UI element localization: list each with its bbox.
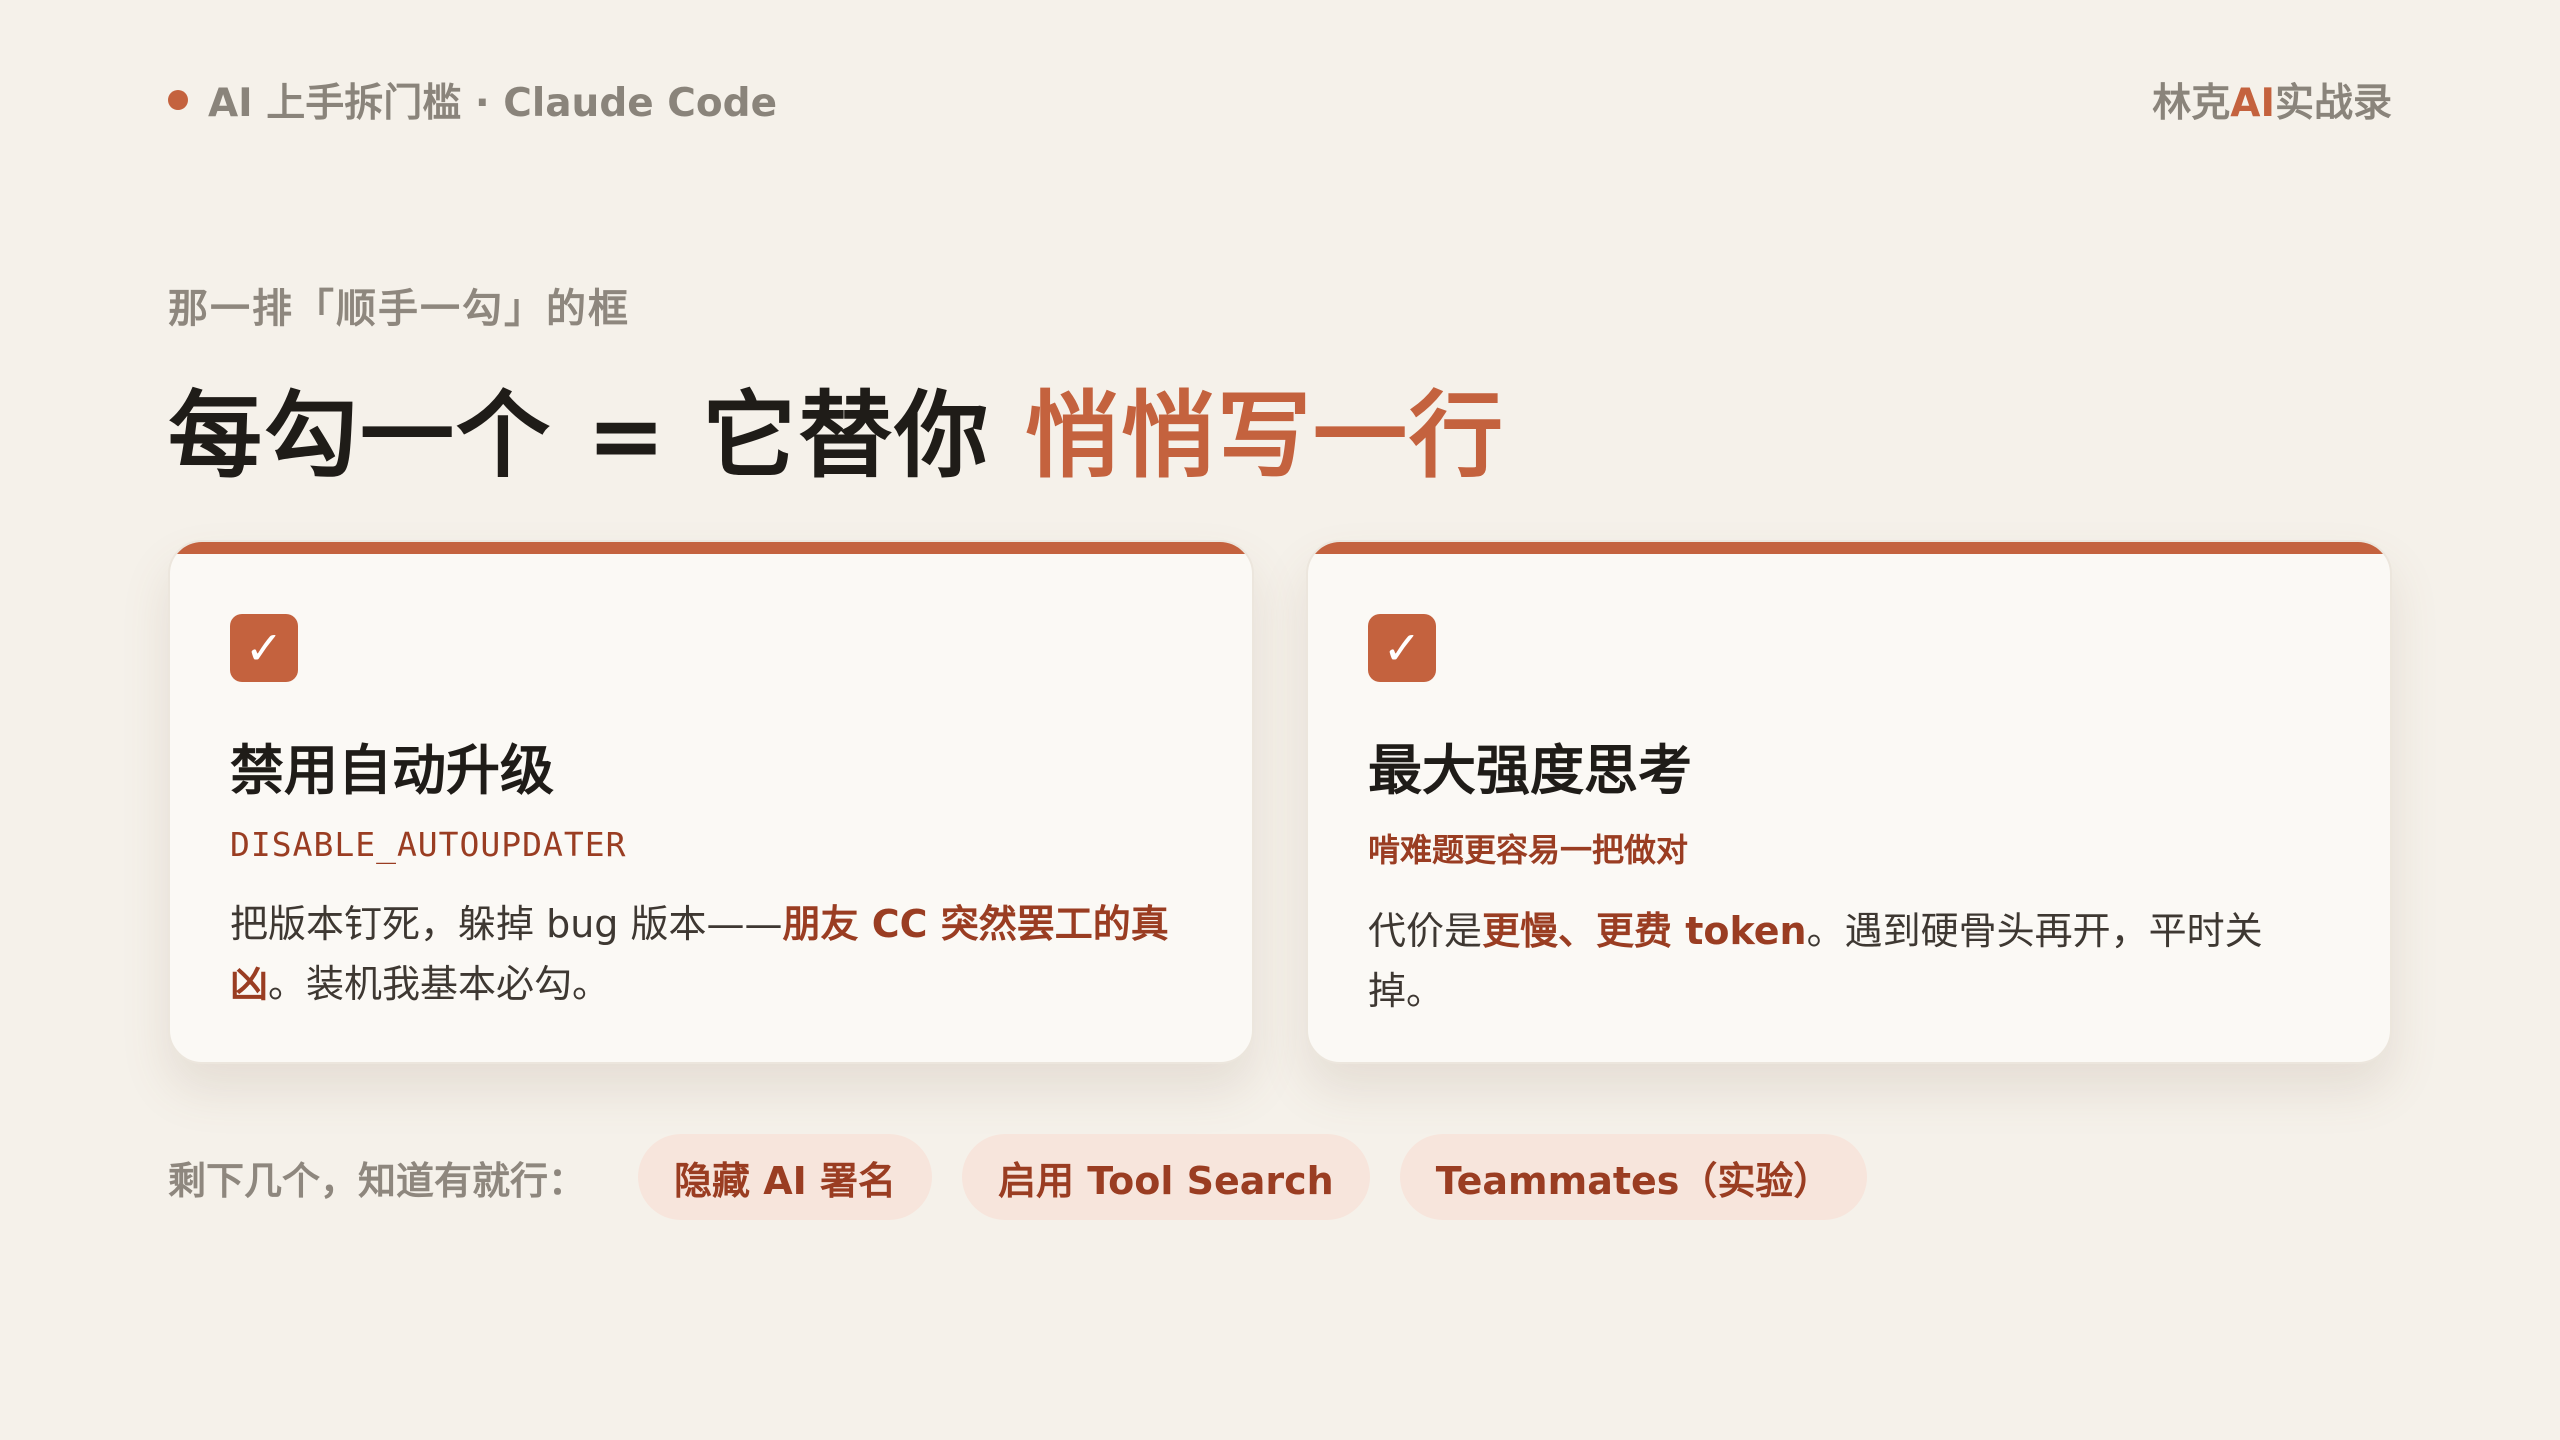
chip-hide-ai-signature[interactable]: 隐藏 AI 署名	[638, 1134, 933, 1220]
card-disable-autoupdate: ✓ 禁用自动升级 DISABLE_AUTOUPDATER 把版本钉死，躲掉 bu…	[168, 540, 1254, 1064]
course-title: AI 上手拆门槛 · Claude Code	[208, 81, 778, 126]
brand-suffix: 实战录	[2274, 81, 2392, 126]
card-title: 最大强度思考	[1368, 739, 1692, 802]
card-title: 禁用自动升级	[230, 739, 554, 802]
brand-accent: AI	[2230, 81, 2275, 126]
top-bar: AI 上手拆门槛 · Claude Code 林克AI实战录	[168, 70, 2392, 130]
card-accent-bar	[170, 542, 1252, 554]
other-options: 剩下几个，知道有就行： 隐藏 AI 署名 启用 Tool Search Team…	[168, 1134, 1868, 1220]
card-body-text: 把版本钉死，躲掉 bug 版本——	[230, 902, 783, 946]
brand-prefix: 林克	[2152, 81, 2231, 126]
headline-main: 每勾一个 = 它替你	[168, 382, 1025, 491]
card-subtitle: 啃难题更容易一把做对	[1368, 831, 1689, 869]
option-cards: ✓ 禁用自动升级 DISABLE_AUTOUPDATER 把版本钉死，躲掉 bu…	[168, 540, 2392, 1064]
card-max-thinking: ✓ 最大强度思考 啃难题更容易一把做对 代价是更慢、更费 token。遇到硬骨头…	[1306, 540, 2392, 1064]
other-options-label: 剩下几个，知道有就行：	[168, 1158, 587, 1203]
slide: AI 上手拆门槛 · Claude Code 林克AI实战录 那一排「顺手一勾」…	[0, 0, 2560, 1440]
course-label: AI 上手拆门槛 · Claude Code	[168, 72, 777, 128]
card-accent-bar	[1308, 542, 2390, 554]
chip-teammates-experimental[interactable]: Teammates（实验）	[1399, 1134, 1868, 1220]
card-body-emphasis: 更慢、更费 token	[1482, 909, 1807, 953]
card-body-text: 代价是	[1368, 909, 1483, 953]
checkbox-checked-icon[interactable]: ✓	[1368, 614, 1436, 682]
card-body-text: 。装机我基本必勾。	[268, 962, 611, 1006]
eyebrow-text: 那一排「顺手一勾」的框	[168, 286, 630, 332]
card-description: 代价是更慢、更费 token。遇到硬骨头再开，平时关掉。	[1368, 901, 2330, 1021]
card-description: 把版本钉死，躲掉 bug 版本——朋友 CC 突然罢工的真凶。装机我基本必勾。	[230, 894, 1192, 1014]
brand-logo: 林克AI实战录	[2152, 72, 2392, 128]
checkbox-checked-icon[interactable]: ✓	[230, 614, 298, 682]
bullet-dot-icon	[168, 90, 188, 110]
page-title: 每勾一个 = 它替你 悄悄写一行	[168, 360, 1505, 496]
chip-enable-tool-search[interactable]: 启用 Tool Search	[962, 1134, 1370, 1220]
card-env-var: DISABLE_AUTOUPDATER	[230, 825, 627, 864]
headline-highlight: 悄悄写一行	[1024, 382, 1505, 491]
